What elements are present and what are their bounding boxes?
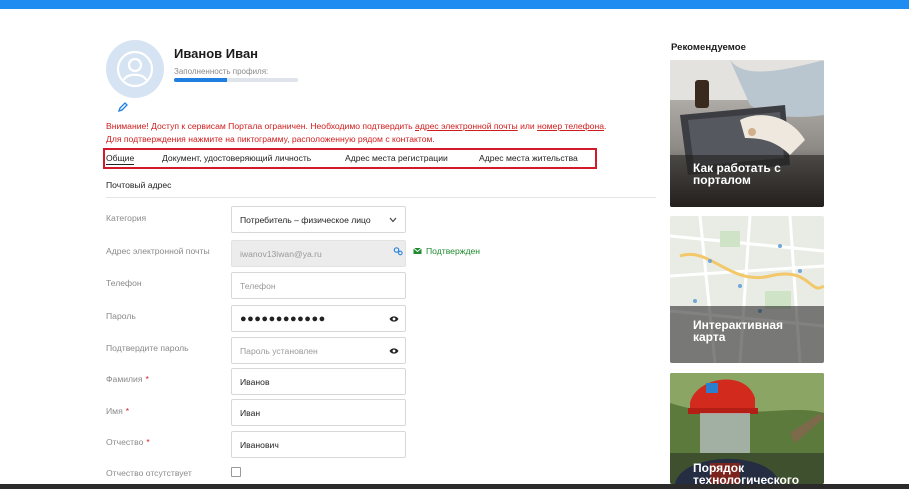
gear-icon[interactable] [393,246,403,256]
phone-field[interactable]: Телефон [231,272,406,299]
category-select[interactable]: Потребитель – физическое лицо [231,206,406,233]
card-procedure[interactable]: Порядок технологического [670,373,824,484]
password-label: Пароль [106,311,136,321]
category-label: Категория [106,213,147,223]
first-name-label-text: Имя [106,406,123,416]
eye-icon[interactable] [389,347,399,355]
access-warning: Внимание! Доступ к сервисам Портала огра… [106,120,646,145]
recommended-title: Рекомендуемое [671,42,746,53]
email-value: iwanov13iwan@ya.ru [240,248,322,259]
profile-completeness-fill [174,78,228,82]
email-confirm-link[interactable]: адрес электронной почты [415,121,518,131]
tab-general[interactable]: Общие [106,153,135,165]
avatar[interactable] [106,40,164,98]
first-name-label: Имя * [106,405,216,417]
pencil-icon[interactable] [117,101,129,113]
tab-residence-address[interactable]: Адрес места жительства [479,153,578,163]
card-label-line: карта [693,330,726,344]
warning-text-or: или [517,121,538,131]
email-verified-label: Подтвержден [426,246,481,256]
no-middle-name-label: Отчество отсутствует [106,468,192,478]
card-label-line: порталом [693,173,751,187]
last-name-value: Иванов [240,376,270,387]
card-label-line: технологического [693,473,800,484]
card-interactive-map[interactable]: Интерактивная карта [670,216,824,363]
card-how-to-use-portal[interactable]: Как работать с порталом [670,60,824,207]
email-label: Адрес электронной почты [106,246,210,256]
profile-completeness-bar [174,78,298,82]
email-field[interactable]: iwanov13iwan@ya.ru [231,240,406,267]
chevron-down-icon [389,217,397,223]
password-confirm-field[interactable]: Пароль установлен [231,337,406,364]
middle-name-value: Иванович [240,439,279,450]
password-confirm-placeholder: Пароль установлен [240,345,318,356]
last-name-field[interactable]: Иванов [231,368,406,395]
password-confirm-label: Подтвердите пароль [106,343,189,353]
warning-text-end: . [604,121,607,131]
taskbar-strip [0,484,909,489]
phone-placeholder: Телефон [240,280,276,291]
middle-name-label: Отчество * [106,436,216,448]
card-label: Как работать с порталом [693,162,823,186]
password-field[interactable]: ●●●●●●●●●●●● [231,305,406,332]
profile-completeness-label: Заполненность профиля: [174,67,269,76]
top-accent-bar [0,0,909,9]
last-name-label-text: Фамилия [106,374,143,384]
required-marker: * [125,406,130,416]
card-label: Интерактивная карта [693,319,823,343]
divider [106,197,656,198]
last-name-label: Фамилия * [106,373,216,385]
middle-name-label-text: Отчество [106,437,144,447]
warning-hint: Для подтверждения нажмите на пиктограмму… [106,133,435,144]
phone-confirm-link[interactable]: номер телефона [537,121,604,131]
profile-name: Иванов Иван [174,46,259,61]
tab-identity-document[interactable]: Документ, удостоверяющий личность [162,153,311,163]
first-name-value: Иван [240,407,261,418]
phone-label: Телефон [106,278,142,288]
user-icon [116,50,154,88]
eye-icon[interactable] [389,315,399,323]
section-title: Почтовый адрес [106,180,172,190]
middle-name-field[interactable]: Иванович [231,431,406,458]
category-value: Потребитель – физическое лицо [240,214,371,225]
warning-text: Внимание! Доступ к сервисам Портала огра… [106,121,416,131]
password-value: ●●●●●●●●●●●● [240,312,326,325]
email-verified-status: Подтвержден [413,246,480,256]
card-label: Порядок технологического [693,462,823,484]
no-middle-name-checkbox[interactable] [231,467,241,477]
required-marker: * [146,437,150,447]
required-marker: * [145,374,149,384]
tab-registration-address[interactable]: Адрес места регистрации [345,153,448,163]
first-name-field[interactable]: Иван [231,399,406,426]
envelope-check-icon [413,247,422,254]
